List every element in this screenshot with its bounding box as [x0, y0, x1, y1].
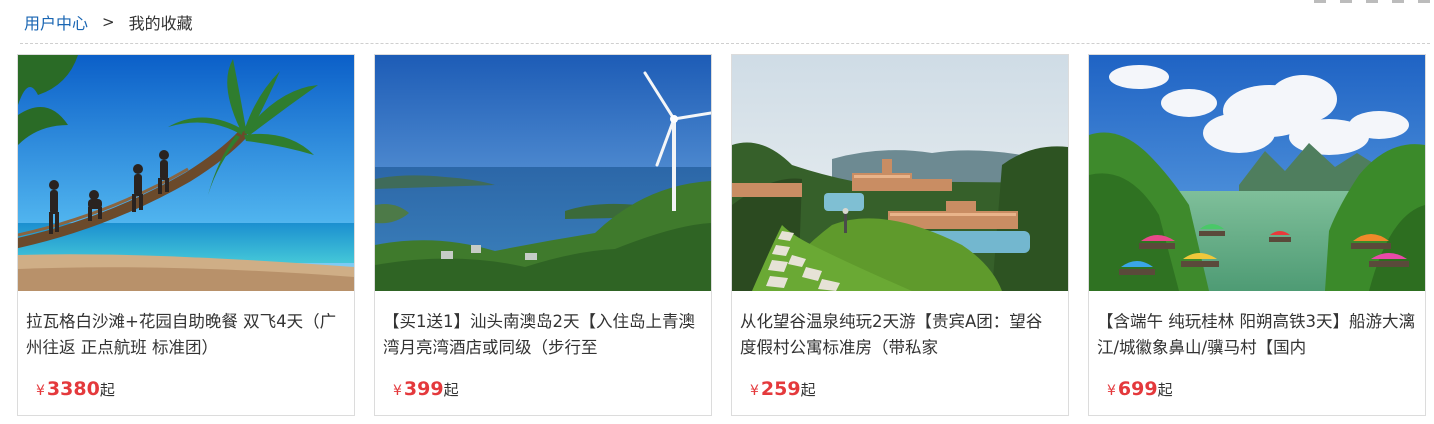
price-suffix: 起: [443, 381, 459, 399]
guilin-river-rafting-photo[interactable]: [1089, 55, 1425, 291]
favorite-price: ¥ 699 起: [1107, 378, 1173, 400]
currency-symbol: ¥: [750, 383, 759, 399]
breadcrumb-separator: >: [102, 13, 115, 31]
favorite-card[interactable]: 【含端午 纯玩桂林 阳朔高铁3天】船游大漓江/城徽象鼻山/骥马村【国内 ¥ 69…: [1088, 54, 1426, 416]
breadcrumb-user-center-link[interactable]: 用户中心: [24, 10, 88, 34]
favorite-title[interactable]: 【买1送1】汕头南澳岛2天【入住岛上青澳湾月亮湾酒店或同级（步行至: [383, 309, 701, 361]
hot-spring-resort-photo[interactable]: [732, 55, 1068, 291]
currency-symbol: ¥: [36, 383, 45, 399]
price-amount: 399: [403, 378, 444, 400]
currency-symbol: ¥: [1107, 383, 1116, 399]
header-divider: [20, 43, 1430, 44]
favorite-price: ¥ 399 起: [393, 378, 459, 400]
price-amount: 699: [1117, 378, 1158, 400]
favorites-grid: 拉瓦格白沙滩+花园自助晚餐 双飞4天（广州往返 正点航班 标准团） ¥ 3380…: [17, 54, 1429, 416]
price-suffix: 起: [800, 381, 816, 399]
page-corner-marks: [1314, 0, 1430, 4]
breadcrumb-current-page: 我的收藏: [128, 14, 193, 33]
favorite-price: ¥ 259 起: [750, 378, 816, 400]
breadcrumb: 用户中心 > 我的收藏: [24, 10, 193, 34]
price-amount: 259: [760, 378, 801, 400]
beach-palm-photo[interactable]: [18, 55, 354, 291]
favorite-card[interactable]: 从化望谷温泉纯玩2天游【贵宾A团：望谷度假村公寓标准房（带私家 ¥ 259 起: [731, 54, 1069, 416]
price-suffix: 起: [99, 381, 115, 399]
price-amount: 3380: [46, 378, 100, 400]
favorite-price: ¥ 3380 起: [36, 378, 115, 400]
favorite-title[interactable]: 【含端午 纯玩桂林 阳朔高铁3天】船游大漓江/城徽象鼻山/骥马村【国内: [1097, 309, 1415, 361]
price-suffix: 起: [1157, 381, 1173, 399]
favorite-card[interactable]: 【买1送1】汕头南澳岛2天【入住岛上青澳湾月亮湾酒店或同级（步行至 ¥ 399 …: [374, 54, 712, 416]
currency-symbol: ¥: [393, 383, 402, 399]
favorite-card[interactable]: 拉瓦格白沙滩+花园自助晚餐 双飞4天（广州往返 正点航班 标准团） ¥ 3380…: [17, 54, 355, 416]
island-wind-turbine-photo[interactable]: [375, 55, 711, 291]
favorite-title[interactable]: 从化望谷温泉纯玩2天游【贵宾A团：望谷度假村公寓标准房（带私家: [740, 309, 1058, 361]
favorite-title[interactable]: 拉瓦格白沙滩+花园自助晚餐 双飞4天（广州往返 正点航班 标准团）: [26, 309, 344, 361]
